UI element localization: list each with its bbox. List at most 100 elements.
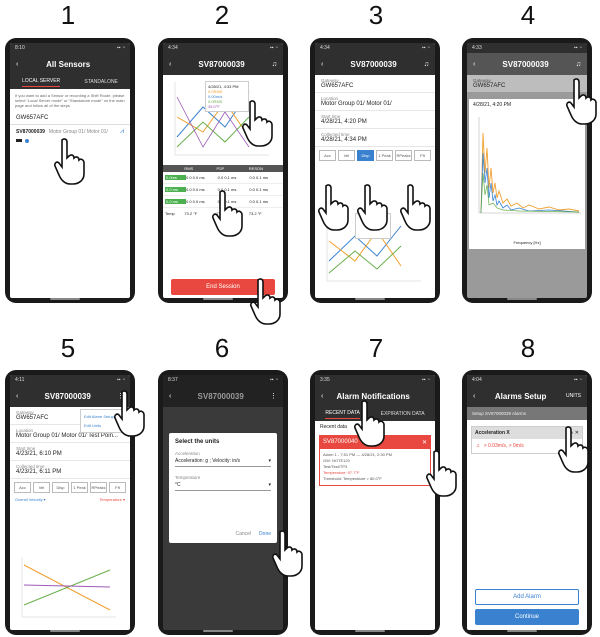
back-icon[interactable]: ‹ <box>473 393 475 400</box>
step-number-3: 3 <box>368 0 384 30</box>
home-indicator <box>203 630 233 632</box>
tab-local-server[interactable]: LOCAL SERVER <box>22 78 61 87</box>
continue-button[interactable]: Continue <box>475 609 579 625</box>
start-time-value: 4/28/21, 4:20 PM <box>321 119 367 125</box>
hand-pointer-icon <box>242 100 273 147</box>
battery-icon <box>16 139 22 142</box>
add-alarm-button[interactable]: Add Alarm <box>475 589 579 605</box>
seg-fft[interactable]: Fft <box>414 150 431 161</box>
alarm-name: Acceleration X <box>475 430 510 436</box>
seg-peak[interactable]: 1 Peak <box>376 150 393 161</box>
step-number-6: 6 <box>214 333 230 363</box>
step-number-2: 2 <box>214 0 230 30</box>
right-series-select[interactable]: Temperature ▾ <box>99 497 125 502</box>
home-indicator <box>507 298 537 300</box>
page-title: SV87000039 <box>44 391 91 401</box>
seg-fft[interactable]: Fft <box>109 482 126 493</box>
alarm-rule: > 0.03m/s, > 0m/s <box>483 443 524 449</box>
acceleration-select[interactable]: Acceleration: g ; Velocity: in/s ▾ <box>175 456 271 467</box>
hand-pointer-icon <box>114 390 145 437</box>
page-title: SV87000039 <box>502 59 549 69</box>
home-indicator <box>203 298 233 300</box>
sensor-row[interactable]: SV87000039 Motor Group 01/ Motor 01/ ⩘ <box>10 125 130 139</box>
close-icon[interactable]: ✕ <box>422 439 427 446</box>
gateway-item[interactable]: GW657AFC <box>10 112 130 125</box>
phone-3-sensor-detail: 4:34 ▪▪ ◔ ‹ SV87000039 ♫ Gateway GW657AFC Lo… <box>310 38 440 303</box>
back-icon[interactable]: ‹ <box>321 393 323 400</box>
chart-icon[interactable]: ⩘ <box>120 128 124 136</box>
hand-pointer-icon <box>250 278 281 325</box>
setup-subtitle: Setup SV87000039 Alarms <box>467 407 587 420</box>
seg-rpeaks[interactable]: RPeaks <box>395 150 412 161</box>
table-row: 0.0ms 0.0 0.0 ms 0.0 0.1 ms 0.0 0.1 ms <box>163 172 283 184</box>
seg-vel[interactable]: Vel <box>33 482 50 493</box>
phone-8-alarms-setup: 4:04 ▪▪ ◔ ‹ Alarms Setup UNITS Setup SV8700… <box>462 370 592 635</box>
hand-pointer-icon <box>272 530 303 577</box>
temperature-select[interactable]: °C ▾ <box>175 480 271 491</box>
home-indicator <box>507 630 537 632</box>
measurement-selector: Acc Vel Disp 1 Peak RPeaks Fft <box>315 147 435 164</box>
back-icon[interactable]: ‹ <box>16 393 18 400</box>
collected-time-value: 4/28/21, 4:34 PM <box>321 137 367 143</box>
home-indicator <box>355 298 385 300</box>
hand-pointer-icon <box>558 426 589 473</box>
back-icon[interactable]: ‹ <box>16 61 18 68</box>
seg-acc[interactable]: Acc <box>319 150 336 161</box>
units-button[interactable]: UNITS <box>566 393 581 399</box>
seg-acc[interactable]: Acc <box>14 482 31 493</box>
page-title: Alarms Setup <box>494 391 547 401</box>
seg-vel[interactable]: Vel <box>338 150 355 161</box>
back-icon[interactable]: ‹ <box>169 61 171 68</box>
measurement-selector: Acc Vel Disp 1 Peak RPeaks Fft <box>10 479 130 496</box>
gateway-value: GW657AFC <box>321 83 354 89</box>
seg-disp[interactable]: Disp <box>357 150 374 161</box>
back-icon[interactable]: ‹ <box>321 61 323 68</box>
caret-down-icon: ▾ <box>268 458 271 464</box>
sensor-id: SV87000039 <box>16 129 45 135</box>
seg-peak[interactable]: 1 Peak <box>71 482 88 493</box>
page-title: SV87000039 <box>197 391 244 401</box>
step-number-8: 8 <box>520 333 536 363</box>
page-title: SV87000039 <box>198 59 245 69</box>
bell-icon: ♫ <box>476 443 480 449</box>
back-icon[interactable]: ‹ <box>169 393 171 400</box>
page-title: SV87000039 <box>350 59 397 69</box>
hand-pointer-icon <box>212 190 243 237</box>
dialog-title: Select the units <box>175 439 220 445</box>
seg-disp[interactable]: Disp <box>52 482 69 493</box>
cancel-button[interactable]: Cancel <box>235 531 251 537</box>
home-indicator <box>50 298 80 300</box>
phone-2-live-session: 4:34 ▪▪ ◔ ‹ SV87000039 ♫ 4/28/21, 4:33 PM 0… <box>158 38 288 303</box>
trend-chart <box>21 557 116 618</box>
bell-icon[interactable]: ♫ <box>576 61 581 68</box>
left-series-select[interactable]: Overall Velocity ▾ <box>15 497 46 502</box>
seg-rpeaks[interactable]: RPeaks <box>90 482 107 493</box>
location-value: Motor Group 01/ Motor 01/ <box>321 101 392 107</box>
back-icon[interactable]: ‹ <box>473 61 475 68</box>
bell-icon[interactable]: ♫ <box>424 61 429 68</box>
home-indicator <box>355 630 385 632</box>
hand-pointer-icon <box>318 184 349 231</box>
hand-pointer-icon <box>426 450 457 497</box>
step-number-1: 1 <box>60 0 76 30</box>
step-number-5: 5 <box>60 333 76 363</box>
signal-icon <box>25 139 29 143</box>
hand-pointer-icon <box>357 184 388 231</box>
hand-pointer-icon <box>54 138 85 185</box>
info-text: If you want to add a Sensor or recording… <box>15 93 125 108</box>
fft-chart <box>478 117 581 214</box>
home-indicator <box>50 630 80 632</box>
units-dialog: Select the units Acceleration Accelerati… <box>169 433 277 543</box>
step-number-7: 7 <box>368 333 384 363</box>
x-axis-label: Frequency [Hz] <box>513 240 541 245</box>
page-title: All Sensors <box>46 59 91 69</box>
more-menu-icon[interactable]: ⋮ <box>270 392 277 400</box>
bell-icon[interactable]: ♫ <box>272 61 277 68</box>
caret-down-icon: ▾ <box>268 482 271 488</box>
hand-pointer-icon <box>566 78 597 125</box>
hand-pointer-icon <box>354 400 385 447</box>
sensor-location: Motor Group 01/ Motor 01/ <box>48 129 108 135</box>
step-number-4: 4 <box>520 0 536 30</box>
tab-standalone[interactable]: STANDALONE <box>84 79 118 85</box>
phone-6-units-dialog: 8:37 ▪▪ ◔ ‹ SV87000039 ⋮ Select the units A… <box>158 370 288 635</box>
